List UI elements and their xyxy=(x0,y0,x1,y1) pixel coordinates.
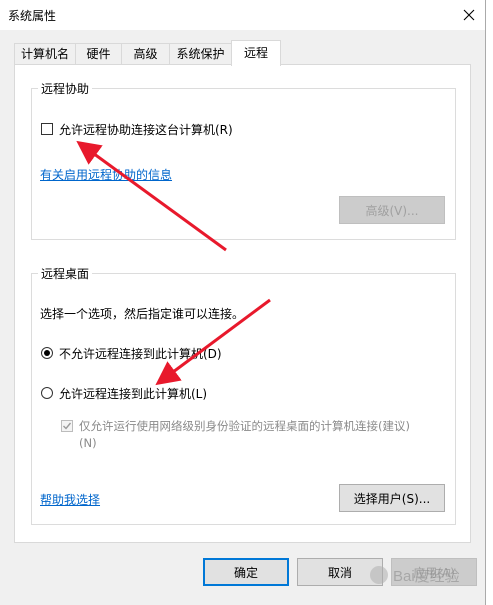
arrow-to-remote-assistance xyxy=(76,140,227,252)
svg-text:Bai度经验: Bai度经验 xyxy=(393,568,460,585)
system-properties-dialog: 系统属性 计算机名 硬件 高级 系统保护 远程 远程协助 允许远程协助连接这台计… xyxy=(0,0,486,605)
annotation-arrows xyxy=(76,140,271,386)
arrow-to-allow-remote xyxy=(155,298,271,386)
background-window-edge xyxy=(486,0,493,605)
baidu-watermark: Bai度经验 xyxy=(365,555,475,595)
tab-remote[interactable]: 远程 xyxy=(231,40,281,66)
